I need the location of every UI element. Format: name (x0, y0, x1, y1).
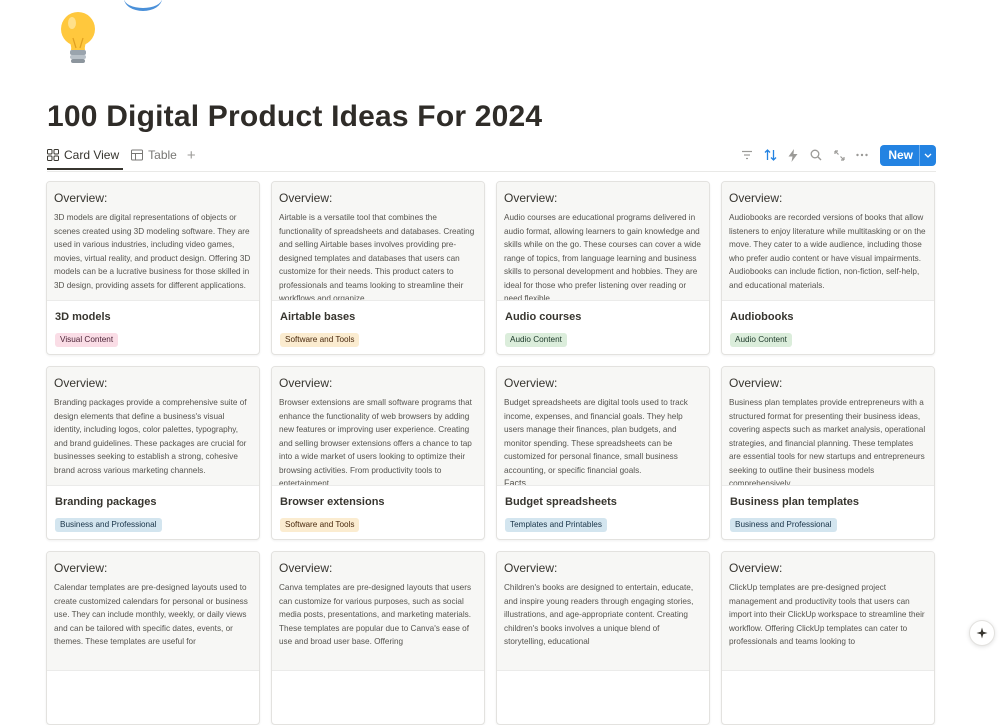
gallery-card[interactable]: Overview: Audio courses are educational p… (496, 181, 710, 355)
automation-icon[interactable] (786, 148, 800, 162)
preview-heading: Overview: (504, 376, 558, 390)
preview-text: 3D models are digital representations of… (54, 213, 251, 290)
header-divider (47, 171, 936, 172)
category-tag: Software and Tools (280, 333, 360, 347)
card-preview: Overview: Audiobooks are recorded version… (722, 182, 934, 301)
gallery-card[interactable]: Overview: Browser extensions are small so… (271, 366, 485, 540)
preview-text: Audio courses are educational programs d… (504, 213, 701, 301)
preview-text: Airtable is a versatile tool that combin… (279, 213, 475, 301)
gallery-card[interactable]: Overview: Airtable is a versatile tool th… (271, 181, 485, 355)
card-preview: Overview: Audio courses are educational p… (497, 182, 709, 301)
lightbulb-icon[interactable] (54, 8, 104, 68)
new-button-group: New (880, 144, 936, 166)
preview-text: Canva templates are pre-designed layouts… (279, 583, 472, 646)
card-preview: Overview: Branding packages provide a com… (47, 367, 259, 486)
tab-label: Table (148, 148, 177, 162)
card-preview: Overview: 3D models are digital represent… (47, 182, 259, 301)
more-icon[interactable] (855, 148, 869, 162)
gallery-card[interactable]: Overview: Branding packages provide a com… (46, 366, 260, 540)
gallery-card[interactable]: Overview: Calendar templates are pre-desi… (46, 551, 260, 725)
card-title: Audiobooks (730, 311, 794, 323)
sparkle-help-icon[interactable] (969, 620, 995, 646)
preview-text: Calendar templates are pre-designed layo… (54, 583, 248, 646)
new-button[interactable]: New (880, 145, 919, 166)
gallery-card[interactable]: Overview: ClickUp templates are pre-desig… (721, 551, 935, 725)
preview-heading: Overview: (504, 561, 558, 575)
preview-heading: Overview: (729, 561, 783, 575)
preview-text: Children's books are designed to enterta… (504, 583, 694, 646)
preview-text: Budget spreadsheets are digital tools us… (504, 398, 688, 475)
preview-heading: Overview: (729, 191, 783, 205)
category-tag: Audio Content (505, 333, 567, 347)
preview-text: Browser extensions are small software pr… (279, 398, 472, 486)
view-tabs: Card View Table + (47, 144, 196, 166)
filter-icon[interactable] (740, 148, 754, 162)
card-title: Airtable bases (280, 311, 356, 323)
active-tab-indicator (47, 168, 123, 170)
preview-heading: Overview: (504, 191, 558, 205)
card-title: Business plan templates (730, 496, 859, 508)
card-preview: Overview: Airtable is a versatile tool th… (272, 182, 484, 301)
gallery-card[interactable]: Overview: 3D models are digital represent… (46, 181, 260, 355)
preview-heading: Overview: (54, 561, 108, 575)
page-title: 100 Digital Product Ideas For 2024 (47, 100, 543, 133)
tab-label: Card View (64, 148, 120, 162)
preview-text: Branding packages provide a comprehensiv… (54, 398, 247, 475)
card-title: 3D models (55, 311, 111, 323)
card-preview: Overview: Budget spreadsheets are digital… (497, 367, 709, 486)
chevron-down-icon[interactable] (919, 144, 936, 166)
tab-table[interactable]: Table (131, 144, 177, 166)
preview-heading: Overview: (279, 191, 333, 205)
card-title: Budget spreadsheets (505, 496, 617, 508)
preview-subheading: Facts (504, 478, 527, 486)
gallery-card[interactable]: Overview: Budget spreadsheets are digital… (496, 366, 710, 540)
preview-heading: Overview: (54, 376, 108, 390)
card-preview: Overview: ClickUp templates are pre-desig… (722, 552, 934, 671)
category-tag: Audio Content (730, 333, 792, 347)
category-tag: Business and Professional (730, 518, 837, 532)
card-gallery: Overview: 3D models are digital represent… (46, 181, 936, 725)
category-tag: Visual Content (55, 333, 119, 347)
card-preview: Overview: Business plan templates provide… (722, 367, 934, 486)
preview-text: Audiobooks are recorded versions of book… (729, 213, 926, 290)
category-tag: Templates and Printables (505, 518, 607, 532)
tab-card-view[interactable]: Card View (47, 144, 119, 166)
search-icon[interactable] (809, 148, 823, 162)
card-preview: Overview: Canva templates are pre-designe… (272, 552, 484, 671)
category-tag: Business and Professional (55, 518, 162, 532)
sort-icon[interactable] (763, 148, 777, 162)
table-icon (131, 149, 144, 161)
preview-text: Business plan templates provide entrepre… (729, 398, 926, 486)
card-title: Browser extensions (280, 496, 385, 508)
gallery-card[interactable]: Overview: Children's books are designed t… (496, 551, 710, 725)
card-preview: Overview: Children's books are designed t… (497, 552, 709, 671)
category-tag: Software and Tools (280, 518, 360, 532)
top-decoration (124, 0, 162, 11)
expand-icon[interactable] (832, 148, 846, 162)
gallery-card[interactable]: Overview: Business plan templates provide… (721, 366, 935, 540)
gallery-card[interactable]: Overview: Canva templates are pre-designe… (271, 551, 485, 725)
preview-heading: Overview: (279, 561, 333, 575)
card-title: Audio courses (505, 311, 582, 323)
card-preview: Overview: Calendar templates are pre-desi… (47, 552, 259, 671)
grid-icon (47, 149, 59, 161)
preview-heading: Overview: (279, 376, 333, 390)
preview-heading: Overview: (54, 191, 108, 205)
preview-heading: Overview: (729, 376, 783, 390)
preview-text: ClickUp templates are pre-designed proje… (729, 583, 925, 646)
database-toolbar: New (740, 144, 936, 166)
card-title: Branding packages (55, 496, 157, 508)
card-preview: Overview: Browser extensions are small so… (272, 367, 484, 486)
gallery-card[interactable]: Overview: Audiobooks are recorded version… (721, 181, 935, 355)
add-view-icon[interactable]: + (187, 147, 196, 164)
